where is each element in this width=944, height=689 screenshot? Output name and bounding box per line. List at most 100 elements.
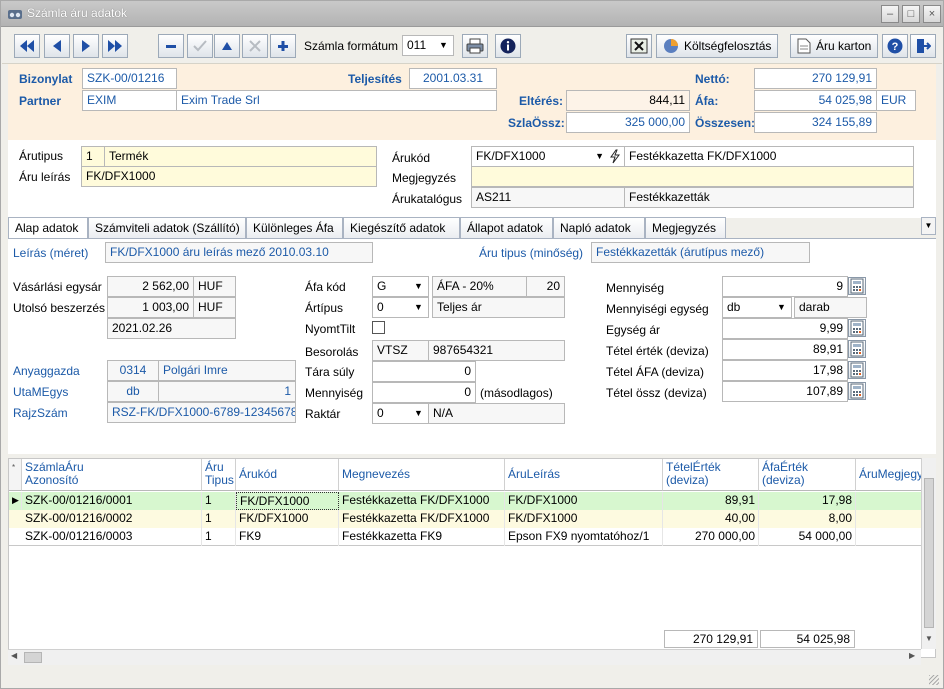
info-button[interactable] [495,34,521,58]
tab-alap-adatok[interactable]: Alap adatok [8,217,88,240]
mennyisegi-egyseg-select[interactable]: db ▼ [722,297,792,318]
col-header-arukod[interactable]: Árukód [236,459,339,491]
tab-megjegyzes[interactable]: Megjegyzés [645,217,726,239]
tab-kulonleges-afa[interactable]: Különleges Áfa [246,217,343,239]
document-icon [797,38,811,54]
last-record-button[interactable] [102,34,128,58]
afakod-value: G [377,279,387,293]
cell-megnevezes: Festékkazetta FK/DFX1000 [339,492,505,510]
utolso-beszerzes-label: Utolsó beszerzés [13,301,106,315]
print-button[interactable] [462,34,488,58]
calculator-icon[interactable] [848,340,866,358]
resize-grip-icon[interactable] [929,675,939,685]
table-row[interactable]: SZK-00/01216/0002 1 FK/DFX1000 Festékkaz… [9,510,934,528]
tetel-ossz-label: Tétel össz (deviza) [606,386,707,400]
minimize-button[interactable]: – [881,5,899,23]
next-record-button[interactable] [73,34,99,58]
scroll-down-icon[interactable]: ▼ [925,634,933,643]
col-header-aruleiras[interactable]: ÁruLeírás [505,459,663,491]
tetel-ertek-field[interactable]: 89,91 [722,339,848,360]
prev-record-button[interactable] [44,34,70,58]
col-header-megnevezes[interactable]: Megnevezés [339,459,505,491]
col-header-tipus[interactable]: Áru Tipus [202,459,236,491]
utolso-currency-field: HUF [193,297,236,318]
cell-aruleiras: Epson FX9 nyomtatóhoz/1 [505,528,663,546]
calculator-icon[interactable] [848,319,866,337]
partner-code-field[interactable]: EXIM [82,90,177,111]
tab-overflow-button[interactable]: ▼ [921,217,936,235]
tetel-ossz-field[interactable]: 107,89 [722,381,848,402]
szlaossz-field[interactable]: 325 000,00 [566,112,690,133]
exit-button[interactable] [910,34,936,58]
horizontal-scrollbar[interactable]: ◀ ▶ [8,649,921,665]
teljesites-label: Teljesítés [348,72,402,86]
status-bar [2,665,942,688]
item-card-button[interactable]: Áru karton [790,34,879,58]
megjegyzes-field[interactable] [471,166,914,187]
calculator-icon[interactable] [848,382,866,400]
tetel-afa-field[interactable]: 17,98 [722,360,848,381]
vertical-scroll-thumb[interactable] [924,478,934,628]
partner-label: Partner [19,94,62,108]
cell-arukod[interactable]: FK/DFX1000 [236,492,339,510]
delete-record-button[interactable] [158,34,184,58]
mennyisegi-egyseg-value: db [727,300,741,314]
arutipus-code-field[interactable]: 1 [81,146,105,167]
first-record-button[interactable] [14,34,40,58]
cell-tetelertek: 40,00 [663,510,759,528]
close-button[interactable]: × [923,5,941,23]
afakod-rate-field: 20 [526,276,565,297]
horizontal-scroll-thumb[interactable] [24,652,42,663]
excel-export-button[interactable] [626,34,652,58]
teljesites-field[interactable]: 2001.03.31 [409,68,497,89]
raktar-select[interactable]: 0 ▼ [372,403,429,424]
help-button[interactable]: ? [882,34,908,58]
col-header-tetelertek[interactable]: TételÉrték (deviza) [663,459,759,491]
cost-allocation-button[interactable]: Költségfelosztás [656,34,779,58]
arukod-select[interactable]: FK/DFX1000 ▼ [471,146,625,167]
mennyiseg-field[interactable]: 9 [722,276,848,297]
vasarlasi-egysar-field: 2 562,00 [107,276,194,297]
calculator-icon[interactable] [848,277,866,295]
tab-szamviteli-adatok[interactable]: Számviteli adatok (Szállító) [88,217,246,239]
col-header-azonosito[interactable]: SzámlaÁru Azonosító [22,459,202,491]
bizonylat-field[interactable]: SZK-00/01216 [82,68,177,89]
artipus-select[interactable]: 0 ▼ [372,297,429,318]
netto-label: Nettó: [695,72,730,86]
table-row[interactable]: ▶ SZK-00/01216/0001 1 FK/DFX1000 Festékk… [9,492,934,510]
confirm-button[interactable] [187,34,213,58]
last-arrow-icon [108,40,122,52]
lightning-icon[interactable] [609,149,621,164]
mennyisegi-egyseg-label: Mennyiségi egység [606,302,709,316]
tab-allapot-adatok[interactable]: Állapot adatok [460,217,553,239]
add-record-button[interactable] [270,34,296,58]
raktar-value: 0 [377,406,384,420]
egyseg-ar-field[interactable]: 9,99 [722,318,848,339]
col-header-megjegyzes[interactable]: ÁruMegjegy [856,459,921,491]
format-select[interactable]: 011 ▼ [402,35,454,56]
partner-name-field[interactable]: Exim Trade Srl [176,90,497,111]
cell-aruleiras: FK/DFX1000 [505,492,663,510]
aru-leiras-field[interactable]: FK/DFX1000 [81,166,377,187]
svg-text:?: ? [892,41,899,53]
tab-naplo-adatok[interactable]: Napló adatok [553,217,645,239]
nyomttilt-checkbox[interactable] [372,321,385,334]
tab-kiegeszito-adatok[interactable]: Kiegészítő adatok [343,217,460,239]
table-row[interactable]: SZK-00/01216/0003 1 FK9 Festékkazetta FK… [9,528,934,546]
afakod-select[interactable]: G ▼ [372,276,429,297]
total-afaertek: 54 025,98 [760,630,855,648]
excel-icon [630,38,648,54]
move-up-button[interactable] [214,34,240,58]
cancel-button[interactable] [242,34,268,58]
egyseg-ar-label: Egység ár [606,323,661,337]
scroll-right-icon[interactable]: ▶ [909,651,915,660]
calculator-icon[interactable] [848,361,866,379]
col-header-afaertek[interactable]: ÁfaÉrték (deviza) [759,459,856,491]
scroll-left-icon[interactable]: ◀ [11,651,17,660]
tara-suly-field[interactable]: 0 [372,361,476,382]
arutipus-name-field[interactable]: Termék [104,146,377,167]
exit-icon [917,39,931,53]
maximize-button[interactable]: □ [902,5,920,23]
mennyiseg-masodlagos-field[interactable]: 0 [372,382,476,403]
vertical-scrollbar[interactable]: ▼ [921,458,936,649]
